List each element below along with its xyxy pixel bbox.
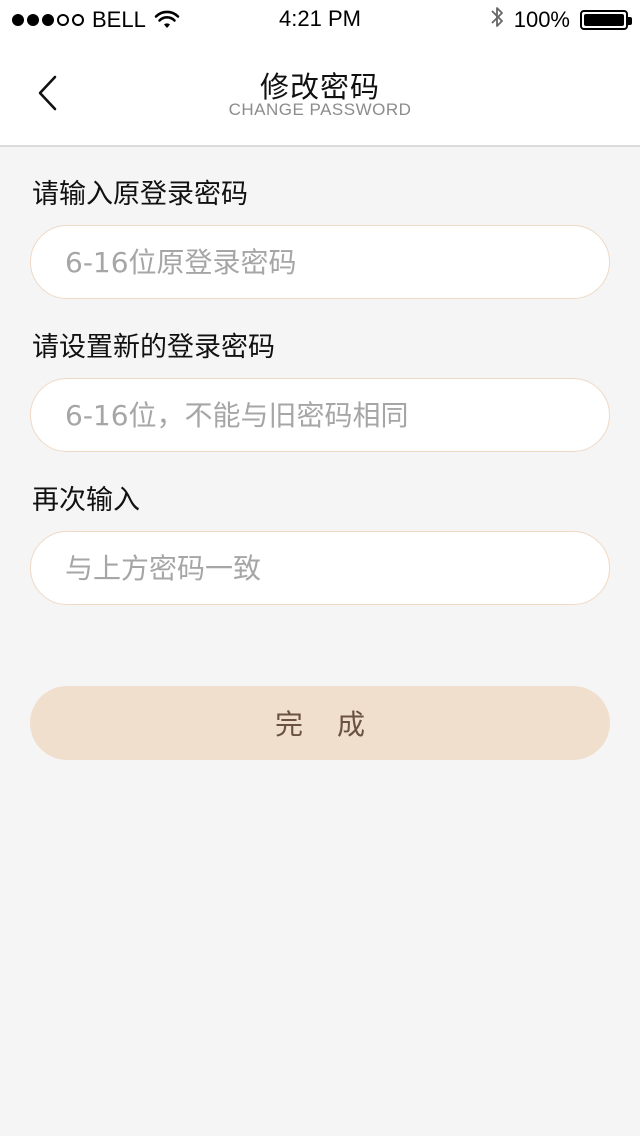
old-password-input[interactable]	[30, 225, 610, 299]
new-password-input[interactable]	[30, 378, 610, 452]
confirm-password-input[interactable]	[30, 531, 610, 605]
old-password-label: 请输入原登录密码	[32, 179, 248, 210]
status-bar: BELL 4:21 PM 100%	[0, 0, 640, 40]
bluetooth-icon	[490, 4, 504, 36]
submit-button[interactable]: 完成	[30, 686, 610, 760]
page-subtitle: CHANGE PASSWORD	[228, 100, 412, 119]
confirm-password-label: 再次输入	[32, 485, 140, 516]
status-right: 100%	[490, 4, 632, 36]
battery-icon	[580, 10, 632, 30]
battery-cap	[628, 17, 632, 25]
battery-percent: 100%	[513, 7, 570, 32]
nav-bar: 修改密码 CHANGE PASSWORD	[0, 40, 640, 147]
battery-fill	[584, 14, 624, 26]
new-password-label: 请设置新的登录密码	[32, 332, 275, 363]
